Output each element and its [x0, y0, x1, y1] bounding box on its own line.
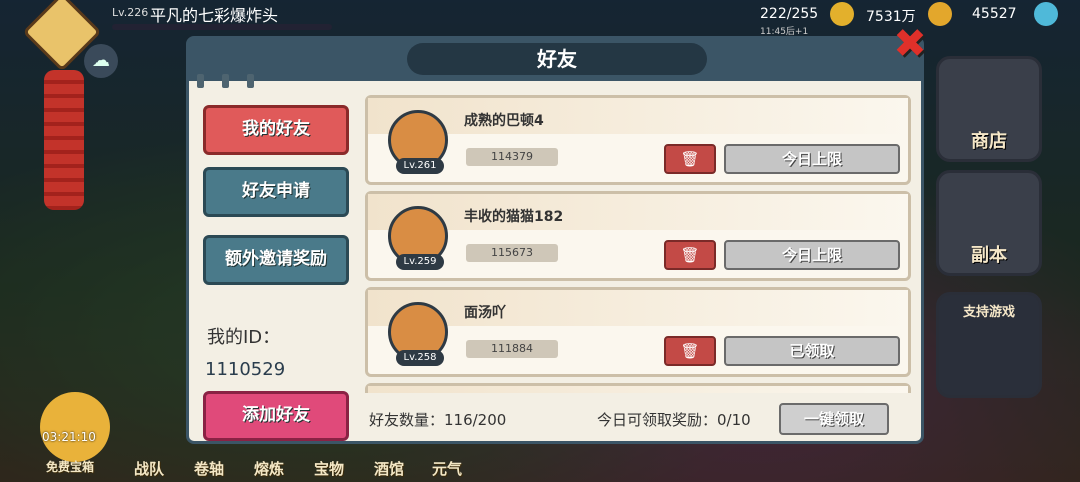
- nav-energy[interactable]: 元气: [432, 458, 462, 479]
- player-name: 平凡的七彩爆炸头: [150, 6, 279, 25]
- dialog-header: 好友: [189, 39, 921, 81]
- gold-add-icon[interactable]: [928, 2, 952, 26]
- friend-action-button[interactable]: 今日上限: [724, 144, 900, 174]
- friend-row: [365, 383, 911, 393]
- cloud-icon[interactable]: ☁: [84, 44, 118, 78]
- friends-dialog: 好友 我的好友 好友申请 额外邀请奖励 我的ID： 1110529 添加好友 L…: [186, 36, 924, 444]
- add-friend-button[interactable]: 添加好友: [203, 391, 349, 441]
- trash-icon: 🗑: [680, 342, 700, 360]
- close-icon[interactable]: ✖: [892, 24, 928, 64]
- nav-smelt[interactable]: 熔炼: [254, 458, 284, 479]
- stamina-add-icon[interactable]: [830, 2, 854, 26]
- friend-id: 111884: [466, 340, 558, 358]
- free-chest-timer: 03:21:10: [42, 430, 96, 444]
- support-button[interactable]: 支持游戏: [936, 292, 1042, 398]
- shop-label: 商店: [971, 131, 1007, 152]
- delete-friend-button[interactable]: 🗑: [664, 144, 716, 174]
- my-id-value: 1110529: [205, 359, 286, 380]
- friend-list[interactable]: Lv.261 成熟的巴顿4 114379 🗑 今日上限 Lv.259 丰收的猫猫…: [365, 95, 911, 393]
- friend-count: 好友数量：116/200: [369, 411, 507, 429]
- trash-icon: 🗑: [680, 246, 700, 264]
- friend-level: Lv.261: [396, 158, 444, 174]
- friend-name: 丰收的猫猫182: [464, 209, 564, 225]
- my-id-label: 我的ID：: [207, 327, 281, 348]
- trash-icon: 🗑: [680, 150, 700, 168]
- nav-team[interactable]: 战队: [134, 458, 164, 479]
- friend-level: Lv.258: [396, 350, 444, 366]
- dungeon-button[interactable]: 副本: [936, 170, 1042, 276]
- shop-button[interactable]: 商店: [936, 56, 1042, 162]
- friend-row: Lv.261 成熟的巴顿4 114379 🗑 今日上限: [365, 95, 911, 185]
- player-level: Lv.226: [112, 6, 149, 19]
- free-chest-label[interactable]: 免费宝箱: [46, 458, 94, 475]
- gem-value: 45527: [972, 6, 1017, 22]
- friend-level: Lv.259: [396, 254, 444, 270]
- friend-action-button[interactable]: 已领取: [724, 336, 900, 366]
- stamina-value: 222/255: [760, 6, 819, 22]
- tab-my-friends[interactable]: 我的好友: [203, 105, 349, 155]
- nav-tavern[interactable]: 酒馆: [374, 458, 404, 479]
- reward-today: 今日可领取奖励：0/10: [597, 411, 751, 429]
- dialog-title: 好友: [407, 43, 707, 75]
- dungeon-label: 副本: [971, 245, 1007, 266]
- friend-row: Lv.259 丰收的猫猫182 115673 🗑 今日上限: [365, 191, 911, 281]
- delete-friend-button[interactable]: 🗑: [664, 336, 716, 366]
- nav-scroll[interactable]: 卷轴: [194, 458, 224, 479]
- tab-friend-requests[interactable]: 好友申请: [203, 167, 349, 217]
- nav-treasure[interactable]: 宝物: [314, 458, 344, 479]
- friend-id: 115673: [466, 244, 558, 262]
- delete-friend-button[interactable]: 🗑: [664, 240, 716, 270]
- friend-name: 成熟的巴顿4: [464, 113, 544, 129]
- claim-all-button[interactable]: 一键领取: [779, 403, 889, 435]
- friend-name: 面汤吖: [464, 305, 506, 321]
- tab-invite-rewards[interactable]: 额外邀请奖励: [203, 235, 349, 285]
- xp-bar: [112, 24, 332, 30]
- support-label: 支持游戏: [962, 305, 1015, 320]
- friend-id: 114379: [466, 148, 558, 166]
- friend-row: Lv.258 面汤吖 111884 🗑 已领取: [365, 287, 911, 377]
- friend-action-button[interactable]: 今日上限: [724, 240, 900, 270]
- gem-add-icon[interactable]: [1034, 2, 1058, 26]
- header-dots: [197, 73, 272, 92]
- free-chest-icon[interactable]: [40, 392, 110, 462]
- firecracker-decoration: [44, 70, 84, 210]
